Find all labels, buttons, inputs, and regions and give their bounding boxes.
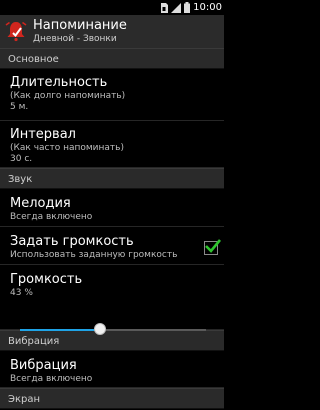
volume-slider[interactable] [20,323,206,337]
set-volume-checkbox[interactable] [204,239,222,255]
interval-hint: (Как часто напоминать) [10,143,124,153]
volume-title: Громкость [10,272,83,287]
section-header-screen: Экран [0,388,224,409]
set-volume-title: Задать громкость [10,234,134,249]
action-bar: Напоминание Дневной - Звонки [0,15,224,49]
set-volume-summary: Использовать заданную громкость [10,250,178,260]
interval-title: Интервал [10,127,76,142]
screen-title: Напоминание [33,18,127,33]
interval-setting[interactable]: Интервал (Как часто напоминать) 30 с. [0,121,224,168]
volume-slider-fill [20,329,100,331]
duration-setting[interactable]: Длительность (Как долго напоминать) 5 м. [0,69,224,121]
volume-value: 43 % [10,288,33,298]
vibration-setting[interactable]: Вибрация Всегда включено [0,351,224,388]
vibration-title: Вибрация [10,358,77,373]
melody-summary: Всегда включено [10,212,93,222]
sim-icon [161,2,169,13]
bell-icon[interactable] [4,19,28,43]
vibration-summary: Всегда включено [10,374,93,384]
interval-value: 30 с. [10,154,33,164]
melody-title: Мелодия [10,196,71,211]
screen-subtitle: Дневной - Звонки [33,34,117,44]
section-header-main: Основное [0,48,224,69]
settings-list: Основное Длительность (Как долго напомин… [0,48,224,409]
status-time: 10:00 [193,2,222,13]
volume-slider-thumb[interactable] [93,323,106,335]
volume-setting: Громкость 43 % [0,265,224,335]
duration-value: 5 м. [10,102,29,112]
duration-title: Длительность [10,75,108,90]
battery-icon [184,2,191,13]
status-bar: 10:00 [0,0,224,15]
section-header-sound: Звук [0,168,224,189]
signal-icon [171,2,182,13]
set-volume-setting[interactable]: Задать громкость Использовать заданную г… [0,227,224,265]
melody-setting[interactable]: Мелодия Всегда включено [0,189,224,227]
duration-hint: (Как долго напоминать) [10,91,126,101]
check-icon [205,239,222,253]
status-icons: 10:00 [160,1,222,14]
